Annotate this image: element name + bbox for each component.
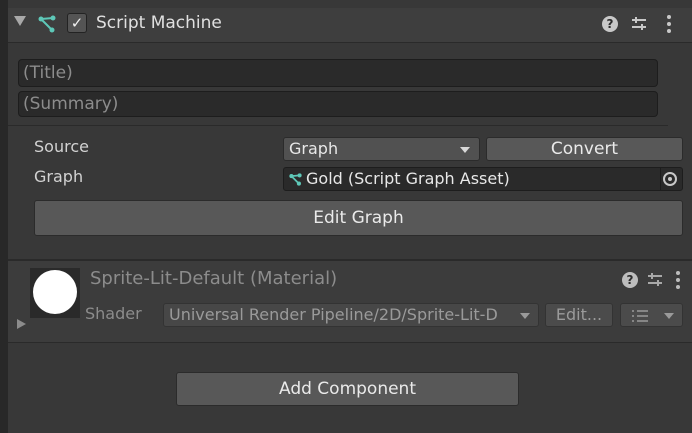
shader-edit-button[interactable]: Edit... — [545, 303, 613, 327]
chevron-down-icon — [520, 313, 530, 319]
object-picker-icon[interactable] — [663, 172, 677, 186]
source-value: Graph — [289, 139, 339, 158]
chevron-down-icon — [664, 313, 674, 319]
shader-dropdown[interactable]: Universal Render Pipeline/2D/Sprite-Lit-… — [163, 303, 539, 327]
component-title: Script Machine — [96, 13, 222, 33]
object-picker-dot — [668, 177, 672, 181]
convert-button[interactable]: Convert — [486, 137, 683, 161]
shader-options-dropdown[interactable] — [620, 303, 683, 327]
source-label: Source — [34, 137, 89, 156]
title-field[interactable]: (Title) — [18, 59, 658, 87]
edit-graph-button[interactable]: Edit Graph — [34, 200, 683, 236]
graph-object-field[interactable]: Gold (Script Graph Asset) — [283, 167, 683, 191]
more-options-icon[interactable] — [664, 14, 674, 34]
script-graph-icon — [38, 15, 56, 33]
title-placeholder: (Title) — [23, 63, 73, 83]
list-icon — [632, 310, 648, 322]
shader-value: Universal Render Pipeline/2D/Sprite-Lit-… — [169, 305, 498, 324]
preset-icon[interactable] — [630, 15, 648, 33]
material-foldout-icon[interactable] — [17, 319, 26, 329]
field-divider — [660, 168, 661, 190]
material-help-icon[interactable]: ? — [622, 272, 638, 288]
summary-field[interactable]: (Summary) — [18, 91, 658, 117]
graph-value: Gold (Script Graph Asset) — [306, 169, 510, 188]
material-more-options-icon[interactable] — [673, 270, 683, 290]
help-icon[interactable]: ? — [602, 16, 618, 32]
summary-placeholder: (Summary) — [23, 94, 119, 114]
separator — [8, 342, 692, 343]
separator — [8, 125, 668, 126]
material-title: Sprite-Lit-Default (Material) — [90, 268, 338, 289]
script-graph-asset-icon — [289, 173, 302, 186]
source-dropdown[interactable]: Graph — [283, 137, 480, 161]
component-enabled-checkbox[interactable]: ✓ — [67, 13, 87, 33]
add-component-button[interactable]: Add Component — [176, 372, 519, 406]
material-preset-icon[interactable] — [646, 271, 664, 289]
inspector-left-border — [0, 0, 8, 433]
graph-label: Graph — [34, 167, 84, 186]
foldout-arrow-icon[interactable] — [14, 16, 26, 26]
chevron-down-icon — [460, 147, 470, 153]
material-preview-sphere — [33, 270, 77, 314]
shader-label: Shader — [85, 304, 142, 323]
